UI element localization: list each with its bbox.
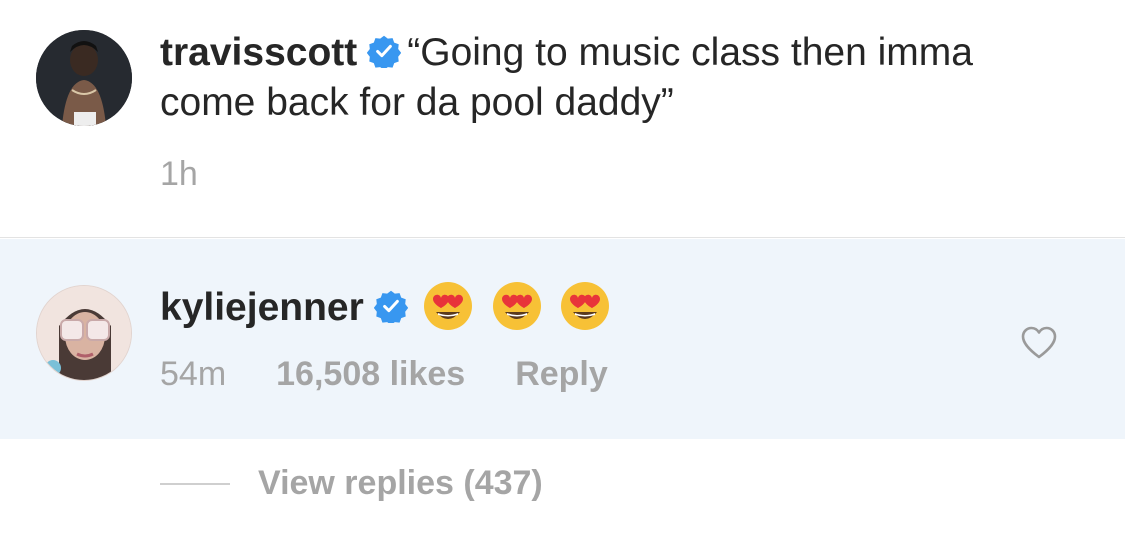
heart-eyes-emoji-icon (492, 282, 541, 330)
verified-badge-icon (367, 35, 402, 68)
heart-like-icon[interactable] (1019, 323, 1059, 363)
comment-body: kyliejenner (160, 280, 1065, 345)
comments-view: travisscott “Going to music class then i… (0, 0, 1125, 556)
timestamp: 1h (160, 155, 198, 193)
heart-eyes-emoji-icon (561, 282, 610, 330)
caption-body: travisscott “Going to music class then i… (160, 28, 1065, 128)
username[interactable]: kyliejenner (160, 286, 364, 329)
caption-text: “Going to music class then imma (407, 31, 973, 74)
timestamp: 54m (160, 355, 227, 393)
username[interactable]: travisscott (160, 31, 357, 74)
view-replies-button[interactable]: View replies (437) (160, 464, 543, 503)
comment-meta: 54m 16,508 likes Reply (160, 355, 608, 394)
heart-eyes-emoji-icon (423, 282, 472, 330)
comment-line: kyliejenner (160, 280, 1065, 345)
divider-line (160, 482, 230, 485)
verified-badge-icon (373, 290, 408, 323)
avatar-image (36, 30, 132, 126)
avatar[interactable] (36, 285, 132, 381)
caption-meta: 1h (160, 155, 198, 194)
view-replies-label: View replies (437) (258, 464, 543, 502)
caption-comment: travisscott “Going to music class then i… (0, 0, 1125, 238)
avatar-image (37, 286, 131, 380)
highlighted-comment: kyliejenner 54m 16,508 likes Reply (0, 239, 1125, 439)
reply-button[interactable]: Reply (515, 355, 608, 394)
comment-emojis (422, 280, 618, 345)
caption-line-2: come back for da pool daddy” (160, 81, 674, 124)
caption-line-1: travisscott “Going to music class then i… (160, 28, 1065, 78)
avatar[interactable] (36, 30, 132, 126)
likes-count[interactable]: 16,508 likes (276, 355, 465, 394)
